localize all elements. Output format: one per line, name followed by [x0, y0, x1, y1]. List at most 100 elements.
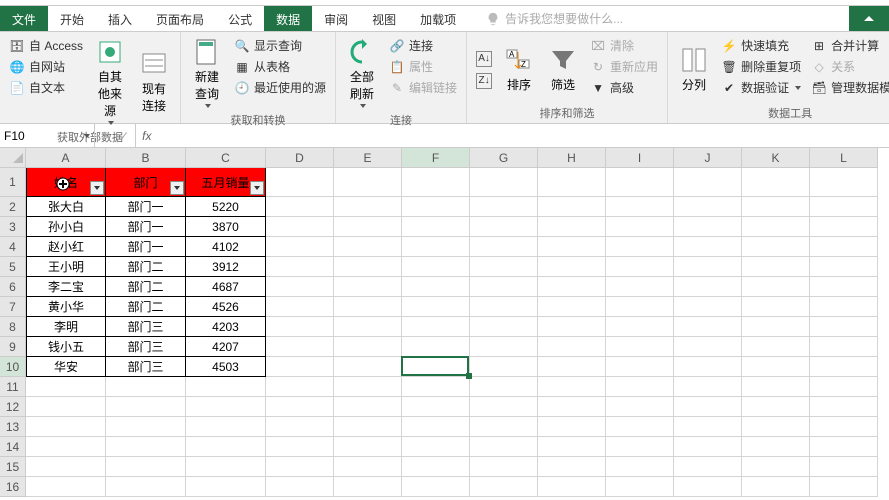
clear-filter-button[interactable]: ⌧清除	[587, 36, 661, 55]
col-header-K[interactable]: K	[742, 148, 810, 168]
formula-bar[interactable]: fx	[136, 124, 889, 147]
cell-K12[interactable]	[742, 397, 810, 417]
cell-E12[interactable]	[334, 397, 402, 417]
cell-K14[interactable]	[742, 437, 810, 457]
col-header-A[interactable]: A	[26, 148, 106, 168]
cell-G13[interactable]	[470, 417, 538, 437]
cell-H10[interactable]	[538, 357, 606, 377]
data-validation-button[interactable]: ✔数据验证	[718, 78, 804, 97]
cell-A3[interactable]: 孙小白	[26, 217, 106, 237]
cell-F8[interactable]	[402, 317, 470, 337]
recent-sources-button[interactable]: 🕘最近使用的源	[231, 78, 329, 97]
cell-C10[interactable]: 4503	[186, 357, 266, 377]
cell-J16[interactable]	[674, 477, 742, 497]
col-header-L[interactable]: L	[810, 148, 878, 168]
cell-E8[interactable]	[334, 317, 402, 337]
cell-A2[interactable]: 张大白	[26, 197, 106, 217]
cell-H8[interactable]	[538, 317, 606, 337]
select-all-corner[interactable]	[0, 148, 26, 168]
cell-J4[interactable]	[674, 237, 742, 257]
from-text-button[interactable]: 📄自文本	[6, 78, 86, 97]
cell-L11[interactable]	[810, 377, 878, 397]
filter-button[interactable]: 筛选	[543, 36, 583, 103]
cell-A15[interactable]	[26, 457, 106, 477]
cell-A16[interactable]	[26, 477, 106, 497]
col-header-B[interactable]: B	[106, 148, 186, 168]
cell-D16[interactable]	[266, 477, 334, 497]
menu-view[interactable]: 视图	[360, 6, 408, 31]
cell-L16[interactable]	[810, 477, 878, 497]
col-header-E[interactable]: E	[334, 148, 402, 168]
connections-button[interactable]: 🔗连接	[386, 36, 460, 55]
cell-B2[interactable]: 部门一	[106, 197, 186, 217]
cell-D13[interactable]	[266, 417, 334, 437]
cell-grid[interactable]: 姓名部门五月销量张大白部门一5220孙小白部门一3870赵小红部门一4102王小…	[26, 168, 878, 497]
cell-D8[interactable]	[266, 317, 334, 337]
cell-H2[interactable]	[538, 197, 606, 217]
cell-J8[interactable]	[674, 317, 742, 337]
sort-desc-button[interactable]: Z↓	[473, 72, 495, 90]
cell-G9[interactable]	[470, 337, 538, 357]
col-header-D[interactable]: D	[266, 148, 334, 168]
cell-L3[interactable]	[810, 217, 878, 237]
cell-F16[interactable]	[402, 477, 470, 497]
cell-D4[interactable]	[266, 237, 334, 257]
cell-E10[interactable]	[334, 357, 402, 377]
cell-I15[interactable]	[606, 457, 674, 477]
cell-H7[interactable]	[538, 297, 606, 317]
cell-B1[interactable]: 部门	[106, 168, 186, 197]
cell-H6[interactable]	[538, 277, 606, 297]
menu-addins[interactable]: 加载项	[408, 6, 468, 31]
cell-L15[interactable]	[810, 457, 878, 477]
fill-handle[interactable]	[466, 373, 472, 379]
cell-K15[interactable]	[742, 457, 810, 477]
row-header-1[interactable]: 1	[0, 168, 26, 197]
cell-J12[interactable]	[674, 397, 742, 417]
cell-H15[interactable]	[538, 457, 606, 477]
cell-F1[interactable]	[402, 168, 470, 197]
cell-J5[interactable]	[674, 257, 742, 277]
cell-I9[interactable]	[606, 337, 674, 357]
cell-D15[interactable]	[266, 457, 334, 477]
cell-D1[interactable]	[266, 168, 334, 197]
cell-L4[interactable]	[810, 237, 878, 257]
cell-J7[interactable]	[674, 297, 742, 317]
cell-G12[interactable]	[470, 397, 538, 417]
cell-H3[interactable]	[538, 217, 606, 237]
row-header-5[interactable]: 5	[0, 257, 26, 277]
cell-E16[interactable]	[334, 477, 402, 497]
cell-B12[interactable]	[106, 397, 186, 417]
cell-I1[interactable]	[606, 168, 674, 197]
cell-C4[interactable]: 4102	[186, 237, 266, 257]
cell-C5[interactable]: 3912	[186, 257, 266, 277]
cell-B15[interactable]	[106, 457, 186, 477]
cell-B7[interactable]: 部门二	[106, 297, 186, 317]
cell-D10[interactable]	[266, 357, 334, 377]
cell-C2[interactable]: 5220	[186, 197, 266, 217]
sort-button[interactable]: AZ 排序	[499, 36, 539, 103]
cell-K10[interactable]	[742, 357, 810, 377]
cancel-icon[interactable]: ✕	[101, 129, 111, 143]
row-header-16[interactable]: 16	[0, 477, 26, 497]
menu-formula[interactable]: 公式	[216, 6, 264, 31]
cell-I10[interactable]	[606, 357, 674, 377]
cell-K3[interactable]	[742, 217, 810, 237]
cell-C13[interactable]	[186, 417, 266, 437]
cell-G1[interactable]	[470, 168, 538, 197]
cell-F11[interactable]	[402, 377, 470, 397]
cell-J2[interactable]	[674, 197, 742, 217]
cell-K1[interactable]	[742, 168, 810, 197]
row-header-3[interactable]: 3	[0, 217, 26, 237]
cell-C12[interactable]	[186, 397, 266, 417]
row-header-2[interactable]: 2	[0, 197, 26, 217]
cell-G7[interactable]	[470, 297, 538, 317]
cell-E2[interactable]	[334, 197, 402, 217]
cell-B5[interactable]: 部门二	[106, 257, 186, 277]
cell-J3[interactable]	[674, 217, 742, 237]
row-header-7[interactable]: 7	[0, 297, 26, 317]
cell-A12[interactable]	[26, 397, 106, 417]
cell-D5[interactable]	[266, 257, 334, 277]
from-other-button[interactable]: 自其他来源	[90, 36, 130, 127]
cell-D3[interactable]	[266, 217, 334, 237]
cell-G5[interactable]	[470, 257, 538, 277]
